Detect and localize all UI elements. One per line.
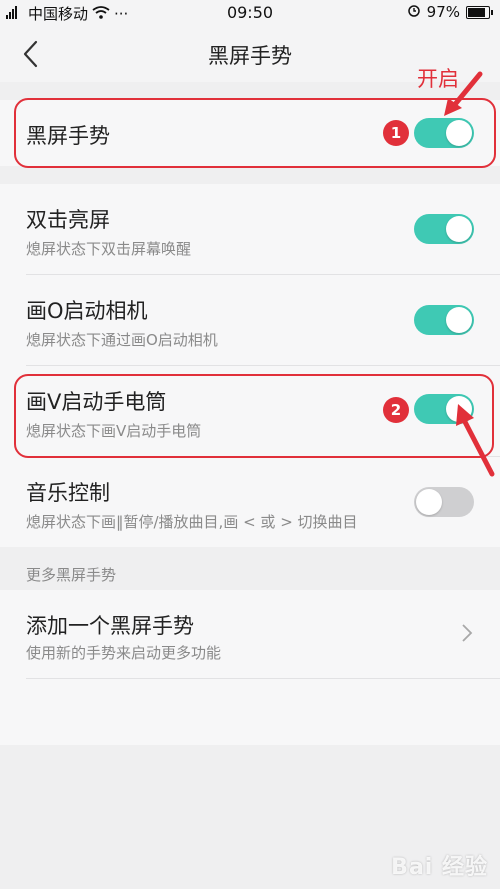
toggle-knob (446, 307, 472, 333)
arrow-annotation-1 (444, 71, 483, 116)
step-badge-2: 2 (383, 397, 409, 423)
battery-percent: 97% (426, 3, 460, 21)
toggle-knob (416, 489, 442, 515)
add-gesture-title: 添加一个黑屏手势 (26, 614, 194, 638)
gesture-row-camera[interactable]: 画O启动相机 熄屏状态下通过画O启动相机 (0, 275, 500, 365)
gesture-subtitle: 熄屏状态下画‖暂停/播放曲目,画 < 或 > 切换曲目 (26, 513, 358, 531)
battery-icon (466, 5, 493, 19)
status-right: 97% (407, 3, 493, 21)
add-gesture-row[interactable]: 添加一个黑屏手势 使用新的手势来启动更多功能 (0, 590, 500, 678)
gesture-subtitle: 熄屏状态下双击屏幕唤醒 (26, 240, 192, 258)
add-gesture-section: 添加一个黑屏手势 使用新的手势来启动更多功能 (0, 590, 500, 745)
callout-main-gesture (14, 98, 496, 168)
camera-toggle[interactable] (414, 305, 474, 335)
music-control-toggle[interactable] (414, 487, 474, 517)
gesture-list-section: 双击亮屏 熄屏状态下双击屏幕唤醒 画O启动相机 熄屏状态下通过画O启动相机 画V… (0, 184, 500, 547)
double-tap-toggle[interactable] (414, 214, 474, 244)
divider (26, 678, 500, 679)
toggle-knob (446, 216, 472, 242)
gesture-title: 画O启动相机 (26, 299, 148, 323)
alarm-icon (407, 3, 421, 21)
status-bar: 中国移动 ··· 09:50 97% (0, 0, 500, 26)
gesture-title: 双击亮屏 (26, 208, 110, 232)
gesture-title: 音乐控制 (26, 481, 110, 505)
step-badge-1: 1 (383, 120, 409, 146)
add-gesture-subtitle: 使用新的手势来启动更多功能 (26, 644, 222, 662)
arrow-annotation-2 (456, 404, 495, 477)
gesture-subtitle: 熄屏状态下通过画O启动相机 (26, 331, 218, 349)
more-gestures-label: 更多黑屏手势 (26, 566, 117, 584)
chevron-right-icon (462, 624, 473, 642)
gesture-row-double-tap[interactable]: 双击亮屏 熄屏状态下双击屏幕唤醒 (0, 184, 500, 274)
gesture-row-music[interactable]: 音乐控制 熄屏状态下画‖暂停/播放曲目,画 < 或 > 切换曲目 (0, 457, 500, 547)
callout-flashlight (14, 374, 494, 458)
watermark: Bai 经验 (391, 855, 488, 880)
